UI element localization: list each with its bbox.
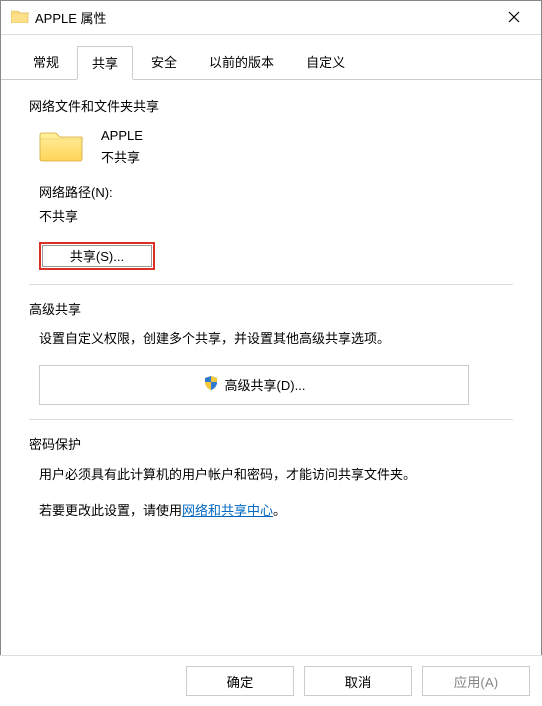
folder-icon	[11, 9, 29, 26]
password-protect-desc: 用户必须具有此计算机的用户帐户和密码，才能访问共享文件夹。	[39, 463, 513, 486]
folder-name: APPLE	[101, 125, 143, 147]
advanced-share-button[interactable]: 高级共享(D)...	[39, 365, 469, 405]
divider	[29, 284, 513, 285]
folder-icon	[39, 127, 85, 163]
password-protect-title: 密码保护	[29, 434, 513, 453]
network-share-title: 网络文件和文件夹共享	[29, 96, 513, 115]
share-button-label: 共享(S)...	[70, 246, 124, 265]
advanced-share-desc: 设置自定义权限，创建多个共享，并设置其他高级共享选项。	[39, 328, 513, 347]
tabs: 常规 共享 安全 以前的版本 自定义	[1, 35, 541, 80]
content: 网络文件和文件夹共享 APPLE 不共享 网络路径(N): 不共享 共享(S).	[1, 80, 541, 682]
close-icon	[508, 10, 520, 26]
cancel-button[interactable]: 取消	[304, 666, 412, 696]
folder-info-row: APPLE 不共享	[39, 125, 513, 169]
ok-button[interactable]: 确定	[186, 666, 294, 696]
titlebar: APPLE 属性	[1, 1, 541, 35]
advanced-share-title: 高级共享	[29, 299, 513, 318]
dialog-footer: 确定 取消 应用(A)	[0, 655, 542, 706]
tab-share[interactable]: 共享	[77, 46, 133, 80]
network-path-label: 网络路径(N):	[39, 181, 513, 204]
folder-text-block: APPLE 不共享	[101, 125, 143, 169]
share-button[interactable]: 共享(S)...	[39, 242, 155, 270]
advanced-share-button-label: 高级共享(D)...	[225, 375, 306, 394]
tab-security[interactable]: 安全	[137, 46, 191, 79]
shield-icon	[203, 375, 219, 394]
tab-general[interactable]: 常规	[19, 46, 73, 79]
network-path-value: 不共享	[39, 205, 513, 228]
close-button[interactable]	[491, 2, 537, 34]
link-prefix: 若要更改此设置，请使用	[39, 503, 182, 518]
password-link-line: 若要更改此设置，请使用网络和共享中心。	[39, 500, 513, 519]
network-path-block: 网络路径(N): 不共享	[39, 181, 513, 228]
tab-previous[interactable]: 以前的版本	[195, 46, 288, 79]
tab-custom[interactable]: 自定义	[292, 46, 359, 79]
window-title: APPLE 属性	[35, 8, 491, 27]
link-suffix: 。	[273, 503, 286, 518]
folder-share-status: 不共享	[101, 147, 143, 169]
network-center-link[interactable]: 网络和共享中心	[182, 503, 273, 518]
divider	[29, 419, 513, 420]
apply-button[interactable]: 应用(A)	[422, 666, 530, 696]
